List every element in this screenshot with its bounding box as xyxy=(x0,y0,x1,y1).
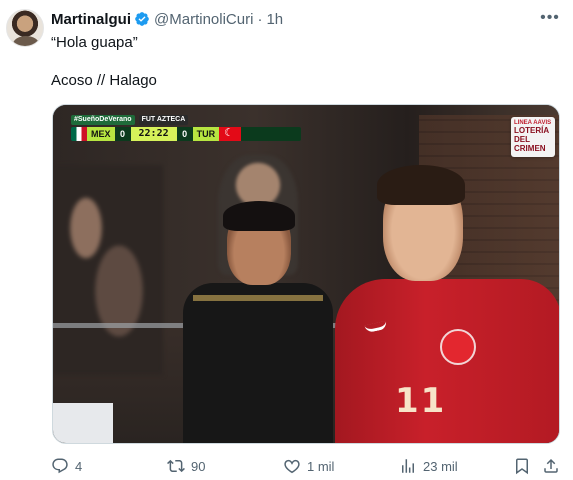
avatar-shirt xyxy=(13,36,39,46)
crowd-left xyxy=(53,165,163,375)
retweet-count: 90 xyxy=(191,458,206,474)
score-home: 0 xyxy=(114,127,131,141)
verified-badge-icon xyxy=(134,11,150,27)
player-turkey-hair xyxy=(377,165,465,205)
player-mexico-jersey xyxy=(183,283,333,443)
jersey-number: 11 xyxy=(395,381,447,421)
corner-logo-main1: LOTERÍA xyxy=(514,126,550,135)
dot-separator: · xyxy=(257,10,263,28)
like-button[interactable]: 1 mil xyxy=(283,457,334,475)
team-home: MEX xyxy=(87,127,115,141)
tweet-header: Martinalgui @MartinoliCuri · 1h xyxy=(51,10,283,28)
avatar[interactable] xyxy=(6,9,44,47)
more-options-icon[interactable]: ••• xyxy=(539,8,561,28)
bookmark-icon xyxy=(516,458,528,475)
timestamp[interactable]: 1h xyxy=(266,11,283,28)
heart-icon xyxy=(284,459,300,474)
player-mexico-hair xyxy=(223,201,295,231)
scoreboard-tags: #SueñoDeVerano FUT AZTECA xyxy=(71,115,189,125)
broadcaster-tag: FUT AZTECA xyxy=(138,115,189,125)
reply-count: 4 xyxy=(75,458,83,474)
score-away: 0 xyxy=(176,127,193,141)
bookmark-button[interactable] xyxy=(513,457,531,475)
views-button[interactable]: 23 mil xyxy=(399,457,458,475)
team-away: TUR xyxy=(192,127,220,141)
player-mexico xyxy=(183,201,333,443)
player-turkey: 11 xyxy=(335,165,559,443)
reply-button[interactable]: 4 xyxy=(51,457,82,475)
corner-logo: LINEA AAVIS LOTERÍA DEL CRIMEN xyxy=(511,117,555,157)
share-icon xyxy=(544,458,558,473)
analytics-icon xyxy=(402,459,414,473)
share-button[interactable] xyxy=(542,457,560,475)
tweet-media-image[interactable]: 11 #SueñoDeVerano FUT AZTECA MEX 0 22:22… xyxy=(52,104,560,444)
mexico-flag-icon xyxy=(71,127,87,141)
hashtag-tag: #SueñoDeVerano xyxy=(71,115,135,125)
tweet-text-line2: Acoso // Halago xyxy=(51,72,157,89)
turkey-flag-icon xyxy=(219,127,242,141)
like-count: 1 mil xyxy=(307,458,335,474)
view-count: 23 mil xyxy=(423,458,458,474)
jersey-trim xyxy=(193,295,323,301)
ad-board xyxy=(53,403,113,443)
reply-icon xyxy=(52,458,68,474)
score-bar: MEX 0 22:22 0 TUR xyxy=(71,127,301,141)
corner-logo-main2: DEL CRIMEN xyxy=(514,135,546,153)
retweet-icon xyxy=(167,459,185,473)
author-handle[interactable]: @MartinoliCuri xyxy=(154,11,253,28)
author-name[interactable]: Martinalgui xyxy=(51,11,131,28)
match-clock: 22:22 xyxy=(130,127,177,141)
federation-crest-icon xyxy=(440,329,476,365)
tweet-text-line1: “Hola guapa” xyxy=(51,34,138,51)
tweet-actions: 4 90 1 mil 23 mil xyxy=(51,457,561,477)
retweet-button[interactable]: 90 xyxy=(167,457,205,475)
